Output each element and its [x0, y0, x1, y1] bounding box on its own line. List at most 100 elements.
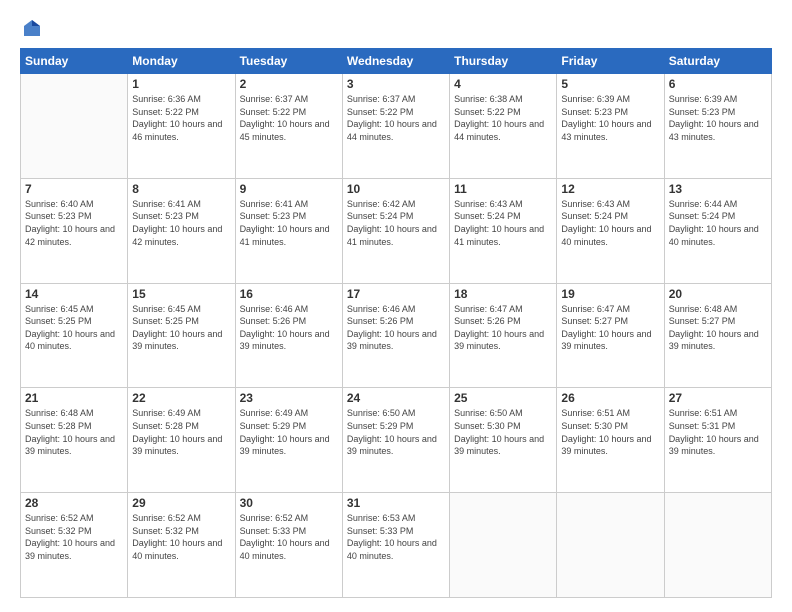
calendar-cell: 17 Sunrise: 6:46 AMSunset: 5:26 PMDayligh… [342, 283, 449, 388]
calendar-cell: 21 Sunrise: 6:48 AMSunset: 5:28 PMDayligh… [21, 388, 128, 493]
day-info: Sunrise: 6:41 AMSunset: 5:23 PMDaylight:… [132, 198, 230, 248]
day-number: 3 [347, 77, 445, 91]
day-number: 7 [25, 182, 123, 196]
day-number: 14 [25, 287, 123, 301]
day-info: Sunrise: 6:39 AMSunset: 5:23 PMDaylight:… [561, 93, 659, 143]
day-info: Sunrise: 6:51 AMSunset: 5:31 PMDaylight:… [669, 407, 767, 457]
logo-line1 [20, 18, 42, 38]
calendar-cell [21, 74, 128, 179]
calendar-cell: 30 Sunrise: 6:52 AMSunset: 5:33 PMDayligh… [235, 493, 342, 598]
day-number: 9 [240, 182, 338, 196]
day-number: 25 [454, 391, 552, 405]
day-number: 29 [132, 496, 230, 510]
weekday-header-wednesday: Wednesday [342, 49, 449, 74]
calendar-cell: 19Sunrise: 6:47 AMSunset: 5:27 PMDayligh… [557, 283, 664, 388]
weekday-header-row: SundayMondayTuesdayWednesdayThursdayFrid… [21, 49, 772, 74]
calendar-cell: 1Sunrise: 6:36 AMSunset: 5:22 PMDaylight… [128, 74, 235, 179]
day-info: Sunrise: 6:43 AMSunset: 5:24 PMDaylight:… [454, 198, 552, 248]
day-info: Sunrise: 6:46 AMSunset: 5:26 PMDaylight:… [240, 303, 338, 353]
day-info: Sunrise: 6:53 AMSunset: 5:33 PMDaylight:… [347, 512, 445, 562]
calendar-table: SundayMondayTuesdayWednesdayThursdayFrid… [20, 48, 772, 598]
day-number: 27 [669, 391, 767, 405]
calendar-week-2: 7 Sunrise: 6:40 AMSunset: 5:23 PMDaylight… [21, 178, 772, 283]
day-number: 10 [347, 182, 445, 196]
day-info: Sunrise: 6:52 AMSunset: 5:32 PMDaylight:… [132, 512, 230, 562]
day-info: Sunrise: 6:48 AMSunset: 5:27 PMDaylight:… [669, 303, 767, 353]
day-info: Sunrise: 6:43 AMSunset: 5:24 PMDaylight:… [561, 198, 659, 248]
day-info: Sunrise: 6:47 AMSunset: 5:26 PMDaylight:… [454, 303, 552, 353]
calendar-cell: 28 Sunrise: 6:52 AMSunset: 5:32 PMDayligh… [21, 493, 128, 598]
day-info: Sunrise: 6:37 AMSunset: 5:22 PMDaylight:… [347, 93, 445, 143]
weekday-header-monday: Monday [128, 49, 235, 74]
day-info: Sunrise: 6:50 AMSunset: 5:29 PMDaylight:… [347, 407, 445, 457]
day-info: Sunrise: 6:52 AMSunset: 5:32 PMDaylight:… [25, 512, 123, 562]
day-info: Sunrise: 6:50 AMSunset: 5:30 PMDaylight:… [454, 407, 552, 457]
day-number: 30 [240, 496, 338, 510]
calendar-cell: 16 Sunrise: 6:46 AMSunset: 5:26 PMDayligh… [235, 283, 342, 388]
logo [20, 18, 42, 38]
day-info: Sunrise: 6:42 AMSunset: 5:24 PMDaylight:… [347, 198, 445, 248]
calendar-cell: 22Sunrise: 6:49 AMSunset: 5:28 PMDayligh… [128, 388, 235, 493]
day-number: 16 [240, 287, 338, 301]
calendar-cell: 25 Sunrise: 6:50 AMSunset: 5:30 PMDayligh… [450, 388, 557, 493]
day-number: 17 [347, 287, 445, 301]
calendar-cell: 12 Sunrise: 6:43 AMSunset: 5:24 PMDayligh… [557, 178, 664, 283]
calendar-cell: 26 Sunrise: 6:51 AMSunset: 5:30 PMDayligh… [557, 388, 664, 493]
day-info: Sunrise: 6:37 AMSunset: 5:22 PMDaylight:… [240, 93, 338, 143]
calendar-cell: 2 Sunrise: 6:37 AMSunset: 5:22 PMDaylight… [235, 74, 342, 179]
calendar-cell: 31 Sunrise: 6:53 AMSunset: 5:33 PMDayligh… [342, 493, 449, 598]
weekday-header-tuesday: Tuesday [235, 49, 342, 74]
day-info: Sunrise: 6:46 AMSunset: 5:26 PMDaylight:… [347, 303, 445, 353]
day-number: 28 [25, 496, 123, 510]
day-number: 6 [669, 77, 767, 91]
calendar-cell: 8Sunrise: 6:41 AMSunset: 5:23 PMDaylight… [128, 178, 235, 283]
day-info: Sunrise: 6:49 AMSunset: 5:29 PMDaylight:… [240, 407, 338, 457]
calendar-cell: 20 Sunrise: 6:48 AMSunset: 5:27 PMDayligh… [664, 283, 771, 388]
day-number: 26 [561, 391, 659, 405]
calendar-cell: 27 Sunrise: 6:51 AMSunset: 5:31 PMDayligh… [664, 388, 771, 493]
calendar-week-5: 28 Sunrise: 6:52 AMSunset: 5:32 PMDayligh… [21, 493, 772, 598]
calendar-cell: 13 Sunrise: 6:44 AMSunset: 5:24 PMDayligh… [664, 178, 771, 283]
calendar-cell: 14 Sunrise: 6:45 AMSunset: 5:25 PMDayligh… [21, 283, 128, 388]
weekday-header-thursday: Thursday [450, 49, 557, 74]
day-info: Sunrise: 6:36 AMSunset: 5:22 PMDaylight:… [132, 93, 230, 143]
calendar-cell: 10 Sunrise: 6:42 AMSunset: 5:24 PMDayligh… [342, 178, 449, 283]
day-info: Sunrise: 6:45 AMSunset: 5:25 PMDaylight:… [25, 303, 123, 353]
day-number: 31 [347, 496, 445, 510]
day-info: Sunrise: 6:47 AMSunset: 5:27 PMDaylight:… [561, 303, 659, 353]
day-info: Sunrise: 6:40 AMSunset: 5:23 PMDaylight:… [25, 198, 123, 248]
weekday-header-sunday: Sunday [21, 49, 128, 74]
day-number: 24 [347, 391, 445, 405]
day-number: 11 [454, 182, 552, 196]
day-number: 2 [240, 77, 338, 91]
day-info: Sunrise: 6:38 AMSunset: 5:22 PMDaylight:… [454, 93, 552, 143]
day-number: 18 [454, 287, 552, 301]
day-number: 4 [454, 77, 552, 91]
calendar-cell: 29 Sunrise: 6:52 AMSunset: 5:32 PMDayligh… [128, 493, 235, 598]
calendar-cell: 18 Sunrise: 6:47 AMSunset: 5:26 PMDayligh… [450, 283, 557, 388]
calendar-cell: 24 Sunrise: 6:50 AMSunset: 5:29 PMDayligh… [342, 388, 449, 493]
logo-icon [22, 18, 42, 38]
day-number: 5 [561, 77, 659, 91]
calendar-cell: 9 Sunrise: 6:41 AMSunset: 5:23 PMDaylight… [235, 178, 342, 283]
day-info: Sunrise: 6:52 AMSunset: 5:33 PMDaylight:… [240, 512, 338, 562]
day-number: 12 [561, 182, 659, 196]
day-info: Sunrise: 6:41 AMSunset: 5:23 PMDaylight:… [240, 198, 338, 248]
day-info: Sunrise: 6:51 AMSunset: 5:30 PMDaylight:… [561, 407, 659, 457]
day-info: Sunrise: 6:45 AMSunset: 5:25 PMDaylight:… [132, 303, 230, 353]
calendar-cell [557, 493, 664, 598]
day-number: 21 [25, 391, 123, 405]
day-number: 20 [669, 287, 767, 301]
calendar-cell: 15Sunrise: 6:45 AMSunset: 5:25 PMDayligh… [128, 283, 235, 388]
calendar-cell: 23 Sunrise: 6:49 AMSunset: 5:29 PMDayligh… [235, 388, 342, 493]
header [20, 18, 772, 38]
day-number: 23 [240, 391, 338, 405]
day-number: 13 [669, 182, 767, 196]
calendar-cell: 3 Sunrise: 6:37 AMSunset: 5:22 PMDaylight… [342, 74, 449, 179]
calendar-cell [450, 493, 557, 598]
calendar-cell: 6Sunrise: 6:39 AMSunset: 5:23 PMDaylight… [664, 74, 771, 179]
weekday-header-saturday: Saturday [664, 49, 771, 74]
weekday-header-friday: Friday [557, 49, 664, 74]
day-info: Sunrise: 6:44 AMSunset: 5:24 PMDaylight:… [669, 198, 767, 248]
day-info: Sunrise: 6:48 AMSunset: 5:28 PMDaylight:… [25, 407, 123, 457]
